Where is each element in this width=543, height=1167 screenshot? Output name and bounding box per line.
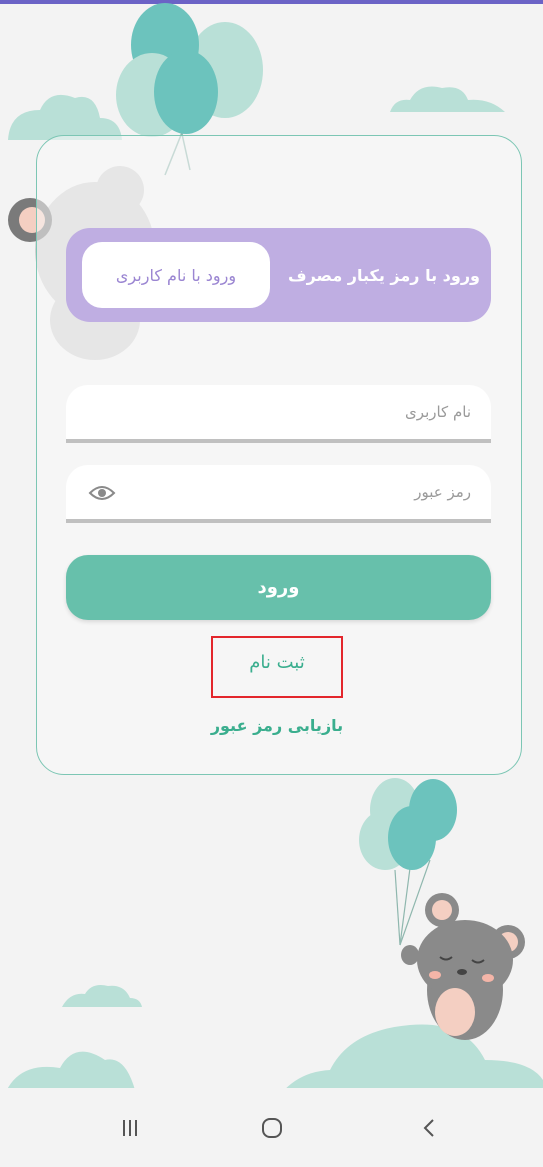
back-icon[interactable] bbox=[410, 1108, 450, 1148]
password-input[interactable] bbox=[66, 465, 491, 519]
home-icon[interactable] bbox=[252, 1108, 292, 1148]
tab-otp-login[interactable]: ورود با رمز یکبار مصرف bbox=[286, 242, 482, 308]
login-button[interactable]: ورود bbox=[66, 555, 491, 620]
password-field[interactable] bbox=[66, 465, 491, 523]
username-input[interactable] bbox=[66, 385, 491, 439]
navigation-bar bbox=[0, 1088, 543, 1167]
cloud-icon bbox=[62, 985, 142, 1007]
eye-icon[interactable] bbox=[88, 483, 116, 503]
cloud-icon bbox=[8, 94, 122, 140]
username-field[interactable] bbox=[66, 385, 491, 443]
bear-icon bbox=[401, 893, 525, 1040]
recent-apps-icon[interactable] bbox=[110, 1108, 150, 1148]
register-link[interactable]: ثبت نام bbox=[211, 652, 343, 673]
cloud-icon bbox=[390, 86, 505, 112]
forgot-password-link[interactable]: بازیابی رمز عبور bbox=[186, 716, 368, 735]
tab-username-login[interactable]: ورود با نام کاربری bbox=[82, 242, 270, 308]
